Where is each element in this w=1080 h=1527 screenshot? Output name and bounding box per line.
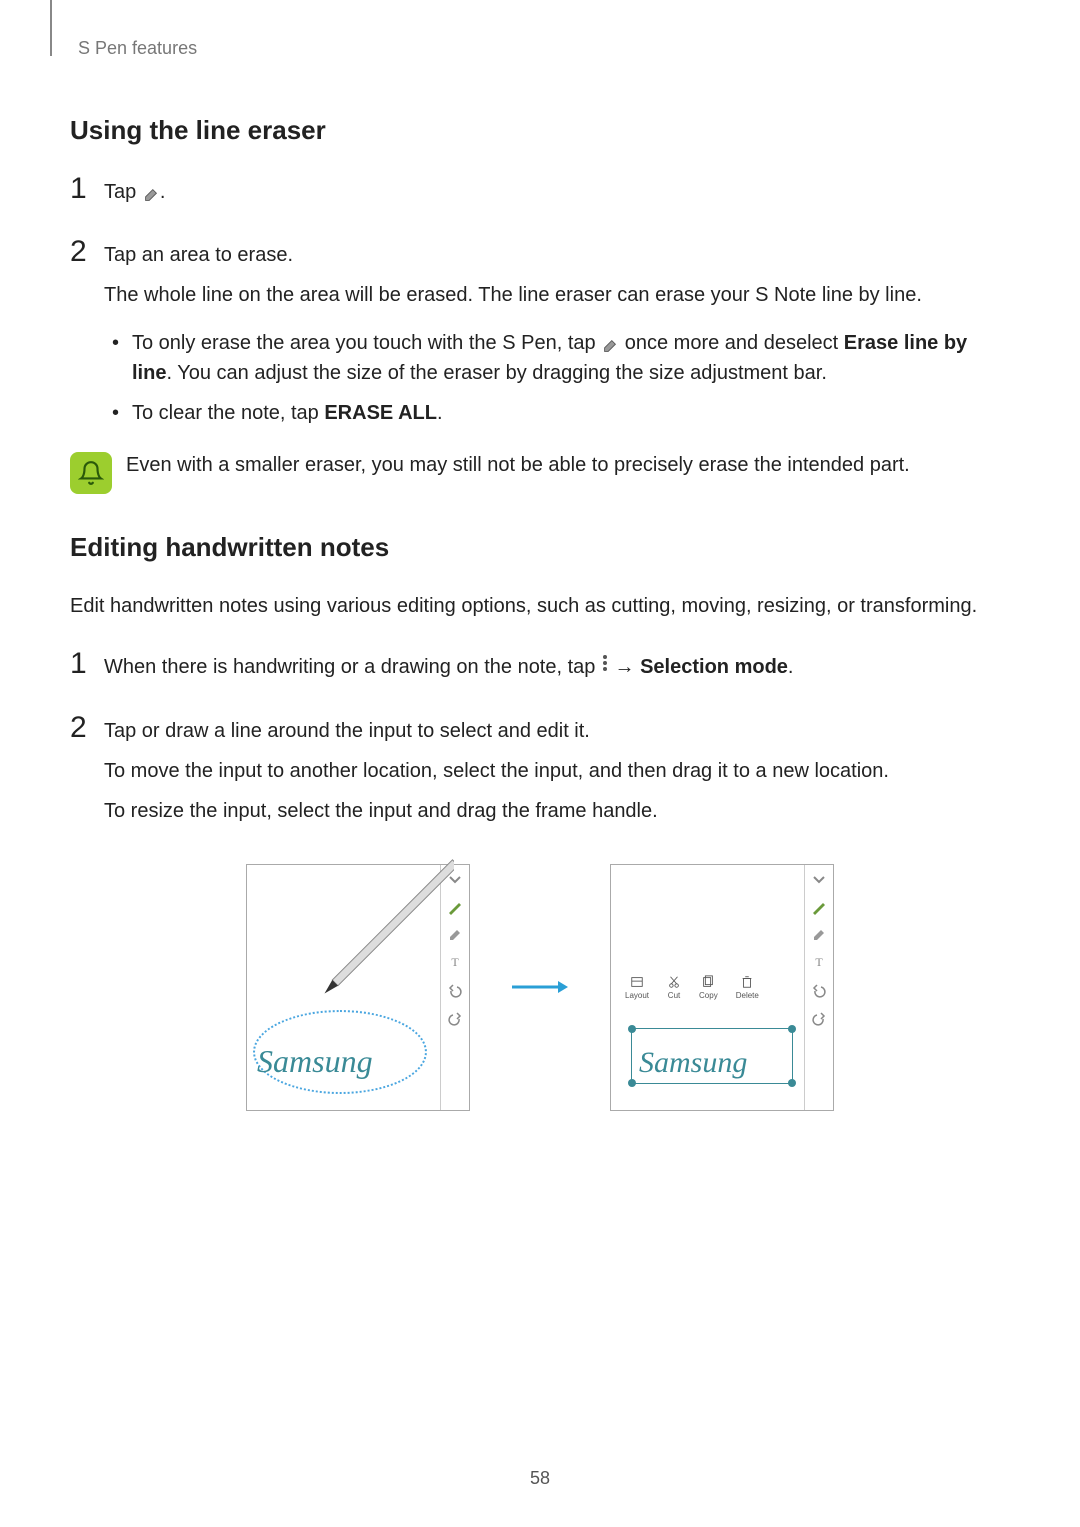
- step-number-2b: 2: [70, 713, 104, 743]
- s2-step1-pre: When there is handwriting or a drawing o…: [104, 656, 601, 678]
- heading-using-line-eraser: Using the line eraser: [70, 115, 1010, 146]
- s2-step1-bold: Selection mode: [640, 656, 788, 678]
- bullet-erase-area: To only erase the area you touch with th…: [104, 328, 1010, 388]
- pen-tool-icon: [447, 899, 463, 915]
- note-text: Even with a smaller eraser, you may stil…: [126, 450, 1010, 480]
- bullet2-pre: To clear the note, tap: [132, 402, 324, 424]
- eraser-icon: [601, 334, 619, 352]
- toolbar-left: T: [440, 865, 469, 1110]
- pen-tool-icon: [811, 899, 827, 915]
- text-tool-icon: T: [447, 955, 463, 971]
- step1-suffix: .: [160, 181, 166, 203]
- handwriting-sample-right: Samsung: [639, 1046, 747, 1080]
- eraser-icon: [142, 183, 160, 201]
- context-menu: Layout Cut Copy Delete: [625, 975, 759, 1000]
- s2-step2-line2: To move the input to another location, s…: [104, 756, 1010, 786]
- illustration: Samsung T Layout: [70, 864, 1010, 1111]
- s2-step1-end: .: [788, 656, 794, 678]
- s2-step1-arrow: →: [615, 656, 641, 678]
- eraser-tool-icon: [811, 927, 827, 943]
- undo-icon: [447, 983, 463, 999]
- step-number-1: 1: [70, 174, 104, 204]
- page-number: 58: [530, 1468, 550, 1489]
- ctx-layout-label: Layout: [625, 991, 649, 1000]
- ctx-copy: Copy: [699, 975, 718, 1000]
- bullet1-pre: To only erase the area you touch with th…: [132, 332, 601, 354]
- step-1b-body: When there is handwriting or a drawing o…: [104, 652, 1010, 683]
- redo-icon: [447, 1011, 463, 1027]
- ctx-delete: Delete: [736, 975, 759, 1000]
- ctx-cut-label: Cut: [668, 991, 680, 1000]
- ctx-copy-label: Copy: [699, 991, 718, 1000]
- text-tool-icon: T: [811, 955, 827, 971]
- eraser-tool-icon: [447, 927, 463, 943]
- bullet2-bold: ERASE ALL: [324, 402, 437, 424]
- step-2b-body: Tap or draw a line around the input to s…: [104, 716, 1010, 836]
- step2-line2: The whole line on the area will be erase…: [104, 280, 1010, 310]
- editing-intro: Edit handwritten notes using various edi…: [70, 591, 1010, 621]
- bullet1-end: . You can adjust the size of the eraser …: [166, 362, 826, 384]
- more-options-icon: [601, 651, 609, 681]
- undo-icon: [811, 983, 827, 999]
- toolbar-right: T: [804, 865, 833, 1110]
- handwriting-sample-left: Samsung: [257, 1043, 373, 1080]
- bullet1-post: once more and deselect: [625, 332, 844, 354]
- chevron-down-icon: [447, 871, 463, 887]
- ctx-cut: Cut: [667, 975, 681, 1000]
- bullet-erase-all: To clear the note, tap ERASE ALL.: [104, 398, 1010, 428]
- s2-step2-line1: Tap or draw a line around the input to s…: [104, 716, 1010, 746]
- s-pen-icon: [294, 859, 454, 1029]
- s2-step2-line3: To resize the input, select the input an…: [104, 796, 1010, 826]
- ctx-delete-label: Delete: [736, 991, 759, 1000]
- note-bell-icon: [70, 452, 112, 494]
- page-header: S Pen features: [78, 38, 1010, 59]
- step-2-body: Tap an area to erase. The whole line on …: [104, 240, 1010, 438]
- step-number-2: 2: [70, 237, 104, 267]
- panel-before: Samsung T: [246, 864, 470, 1111]
- step1-prefix: Tap: [104, 181, 142, 203]
- step-1-body: Tap .: [104, 177, 1010, 207]
- ctx-layout: Layout: [625, 975, 649, 1000]
- chevron-down-icon: [811, 871, 827, 887]
- arrow-right-icon: [510, 977, 570, 997]
- heading-editing-handwritten-notes: Editing handwritten notes: [70, 532, 1010, 563]
- step2-line1: Tap an area to erase.: [104, 240, 1010, 270]
- redo-icon: [811, 1011, 827, 1027]
- step-number-1b: 1: [70, 649, 104, 679]
- bullet2-end: .: [437, 402, 443, 424]
- panel-after: Layout Cut Copy Delete: [610, 864, 834, 1111]
